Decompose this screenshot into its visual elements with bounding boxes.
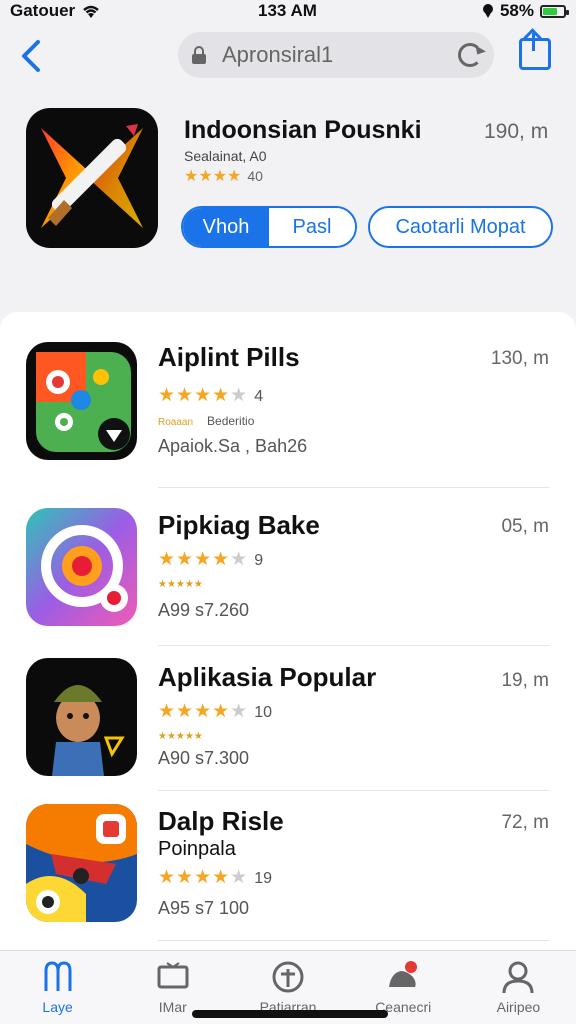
- divider: [158, 940, 549, 941]
- rating-count: 10: [254, 704, 272, 721]
- rating-stars: ★★★★: [158, 867, 231, 888]
- rating-count: 4: [254, 388, 264, 405]
- search-field[interactable]: [178, 32, 494, 78]
- app-tag: ★★★★★: [158, 731, 203, 742]
- app-size: 72, m: [501, 812, 549, 833]
- rating-stars: ★★★★: [158, 385, 231, 406]
- segment-vhoh[interactable]: Vhoh: [183, 208, 269, 246]
- app-size: 05, m: [501, 516, 549, 537]
- tab-label: IMar: [158, 999, 187, 1015]
- app-price: A99 s7.260: [158, 600, 250, 620]
- lock-icon: [192, 46, 206, 64]
- wifi-icon: [83, 5, 100, 18]
- apps-icon: [44, 961, 72, 991]
- reload-icon[interactable]: [458, 43, 482, 67]
- app-name: Aplikasia Popular: [158, 662, 377, 692]
- divider: [158, 790, 549, 791]
- app-icon[interactable]: [26, 804, 137, 922]
- share-icon[interactable]: [519, 33, 551, 70]
- featured-app-size: 190, m: [484, 120, 549, 143]
- divider: [158, 645, 549, 646]
- status-bar: Gatouer 133 AM 58%: [0, 0, 576, 22]
- app-category: Poinpala: [158, 838, 236, 860]
- rating-stars: ★★★★: [184, 168, 242, 185]
- rating-star-empty: ★: [230, 385, 249, 406]
- app-icon[interactable]: [26, 342, 137, 460]
- tab-laye[interactable]: Laye: [0, 951, 115, 1024]
- app-icon[interactable]: [26, 658, 137, 776]
- rating-count: 9: [254, 552, 264, 569]
- app-icon[interactable]: [26, 508, 137, 626]
- app-rating: ★★★★★ 4: [158, 384, 263, 407]
- app-subtitle: ★★★★★: [158, 576, 217, 590]
- back-button[interactable]: [16, 36, 44, 76]
- tab-airipeo[interactable]: Airipeo: [461, 951, 576, 1024]
- app-name: Pipkiag Bake: [158, 510, 320, 540]
- profile-icon: [502, 961, 534, 994]
- featured-app-rating: ★★★★ 40: [184, 166, 263, 186]
- rating-count: 40: [247, 168, 263, 184]
- app-price: A90 s7.300: [158, 748, 250, 768]
- app-tag: Roaaan: [158, 417, 194, 428]
- rating-star-empty: ★: [230, 701, 249, 722]
- app-name: Dalp Risle: [158, 806, 284, 836]
- app-name: Aiplint Pills: [158, 342, 300, 372]
- app-tag: ★★★★★: [158, 579, 203, 590]
- segment-pasl[interactable]: Pasl: [269, 208, 355, 246]
- app-subtitle: Poinpala: [158, 838, 236, 861]
- featured-app-title: Indoonsian Pousnki: [184, 116, 422, 144]
- app-rating: ★★★★★ 9: [158, 548, 263, 571]
- rating-count: 19: [254, 870, 272, 887]
- games-icon: [389, 961, 418, 987]
- app-price: A95 s7 100: [158, 898, 250, 918]
- app-category: Bederitio: [207, 414, 255, 428]
- clock: 133 AM: [258, 1, 317, 20]
- app-size: 130, m: [490, 348, 549, 369]
- app-rating: ★★★★★ 10: [158, 700, 272, 723]
- divider: [158, 487, 549, 488]
- app-subtitle: Roaaan Bederitio: [158, 414, 254, 428]
- app-rating: ★★★★★ 19: [158, 866, 272, 889]
- app-size: 19, m: [501, 670, 549, 691]
- app-subtitle: ★★★★★: [158, 728, 217, 742]
- segmented-control: Vhoh Pasl: [181, 206, 357, 248]
- rating-star-empty: ★: [230, 549, 249, 570]
- tv-icon: [157, 962, 189, 989]
- carrier-label: Gatouer: [10, 1, 76, 20]
- search-input[interactable]: [222, 42, 442, 68]
- tab-label: Airipeo: [496, 999, 541, 1015]
- featured-app-subtitle: Sealainat, A0: [184, 148, 267, 164]
- nav-bar: [0, 30, 576, 82]
- contact-button[interactable]: Caotarli Mopat: [368, 206, 553, 248]
- featured-app-icon[interactable]: [26, 108, 158, 248]
- add-circle-icon: [272, 961, 304, 993]
- rating-star-empty: ★: [230, 867, 249, 888]
- battery-icon: [540, 4, 569, 18]
- app-price: Apaiok.Sa , Bah26: [158, 436, 308, 456]
- location-icon: [482, 4, 493, 18]
- rating-stars: ★★★★: [158, 701, 231, 722]
- rating-stars: ★★★★: [158, 549, 231, 570]
- app-list: Aiplint Pills 130, m ★★★★★ 4 Roaaan Bederi…: [0, 312, 576, 950]
- home-indicator[interactable]: [192, 1010, 388, 1018]
- battery-percent: 58%: [499, 1, 534, 20]
- tab-label: Laye: [42, 999, 73, 1015]
